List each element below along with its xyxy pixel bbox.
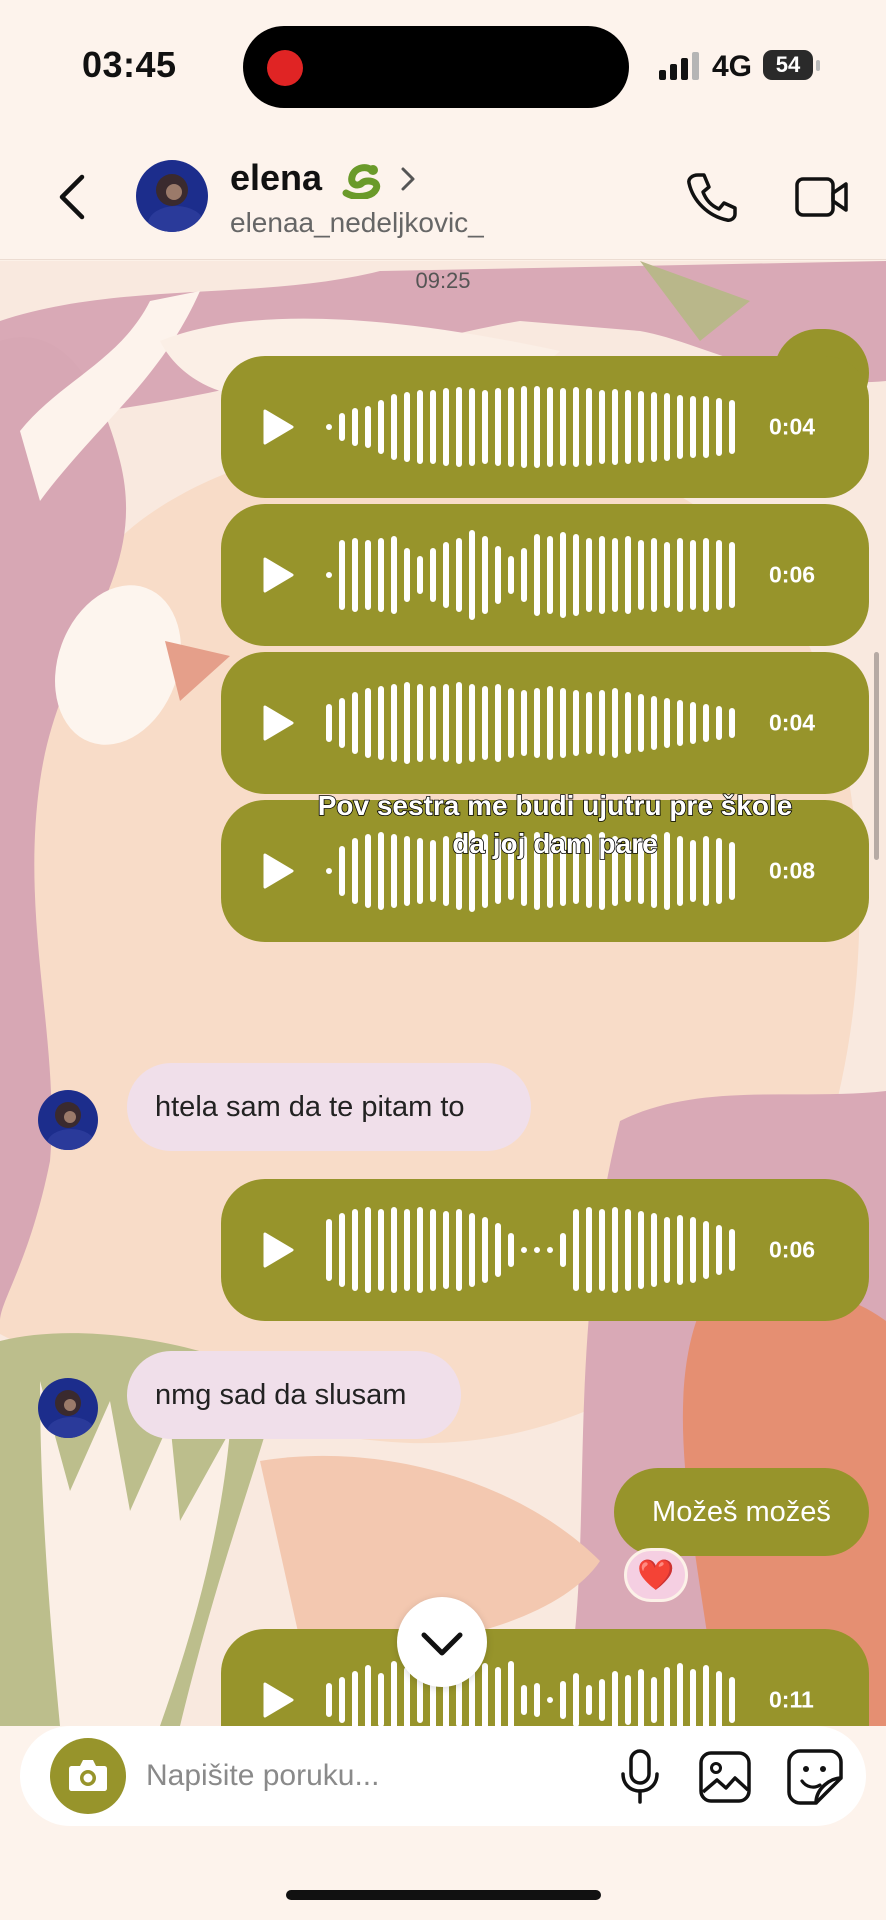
audio-waveform[interactable] xyxy=(325,529,739,621)
sender-avatar[interactable] xyxy=(38,1090,98,1150)
contact-avatar[interactable] xyxy=(136,160,208,232)
voice-record-button[interactable] xyxy=(616,1748,664,1806)
dynamic-island xyxy=(243,26,629,108)
gallery-button[interactable] xyxy=(698,1750,752,1804)
camera-button[interactable] xyxy=(50,1738,126,1814)
chat-header: elena elenaa_nedeljkovic_ xyxy=(0,135,886,260)
back-arrow-icon xyxy=(59,174,85,220)
play-icon[interactable] xyxy=(261,852,295,890)
play-icon[interactable] xyxy=(261,704,295,742)
play-icon[interactable] xyxy=(261,1681,295,1719)
phone-icon xyxy=(687,173,737,222)
audio-waveform[interactable] xyxy=(325,1654,739,1726)
message-timestamp: 09:25 xyxy=(415,268,471,293)
incoming-text-message[interactable]: htela sam da te pitam to xyxy=(127,1063,531,1151)
voice-duration: 0:04 xyxy=(769,709,816,736)
heart-emoji-icon: ❤️ xyxy=(637,1558,675,1592)
play-icon[interactable] xyxy=(261,556,295,594)
message-text: nmg sad da slusam xyxy=(155,1378,407,1411)
voice-message[interactable]: 0:06 xyxy=(221,1179,869,1321)
voice-duration: 0:11 xyxy=(769,1686,814,1713)
chevron-right-icon[interactable] xyxy=(397,164,419,194)
voice-duration: 0:06 xyxy=(769,561,816,588)
voice-call-button[interactable] xyxy=(684,169,738,225)
recording-indicator-icon xyxy=(267,50,303,86)
video-camera-icon xyxy=(795,177,848,217)
voice-message[interactable]: 0:04 xyxy=(221,652,869,794)
battery-cap xyxy=(816,60,820,71)
contact-username[interactable]: elenaa_nedeljkovic_ xyxy=(230,207,484,239)
battery-icon: 54 xyxy=(763,50,813,80)
voice-message[interactable]: 0:11 xyxy=(221,1629,869,1726)
composer-bar xyxy=(20,1726,866,1826)
signal-bars-icon xyxy=(659,52,701,80)
scroll-to-bottom-button[interactable] xyxy=(397,1597,487,1687)
audio-waveform[interactable] xyxy=(325,1204,739,1296)
chat-thread[interactable]: 09:25 se 0:04 0:06 0:04 0:08 htela sam d… xyxy=(0,261,886,1726)
sticker-button[interactable] xyxy=(786,1748,844,1806)
audio-waveform[interactable] xyxy=(325,381,739,473)
status-time: 03:45 xyxy=(82,44,177,85)
video-caption-overlay: Pov sestra me budi ujutru pre škole da j… xyxy=(317,789,793,860)
audio-waveform[interactable] xyxy=(325,677,739,769)
sender-avatar[interactable] xyxy=(38,1378,98,1438)
message-text: htela sam da te pitam to xyxy=(155,1090,465,1123)
status-bar: 03:45 4G 54 xyxy=(0,0,886,135)
back-button[interactable] xyxy=(48,165,96,229)
scrollbar[interactable] xyxy=(874,652,879,860)
voice-duration: 0:04 xyxy=(769,413,816,440)
message-text: Možeš možeš xyxy=(652,1495,831,1528)
voice-message[interactable]: 0:06 xyxy=(221,504,869,646)
battery-level: 54 xyxy=(775,52,801,77)
heart-reaction[interactable]: ❤️ xyxy=(624,1548,688,1602)
video-call-button[interactable] xyxy=(794,173,850,221)
microphone-icon xyxy=(621,1749,659,1804)
outgoing-text-message[interactable]: Možeš možeš xyxy=(614,1468,869,1556)
snake-emoji-icon xyxy=(342,164,381,199)
voice-duration: 0:06 xyxy=(769,1236,816,1263)
voice-message[interactable]: 0:04 xyxy=(221,356,869,498)
camera-icon xyxy=(69,1760,107,1791)
chevron-down-icon xyxy=(421,1632,463,1656)
message-composer xyxy=(0,1726,886,1920)
gallery-icon xyxy=(699,1751,751,1803)
sticker-icon xyxy=(787,1749,843,1805)
play-icon[interactable] xyxy=(261,1231,295,1269)
home-indicator[interactable] xyxy=(286,1890,601,1900)
contact-name[interactable]: elena xyxy=(230,157,322,199)
network-type: 4G xyxy=(712,50,753,83)
play-icon[interactable] xyxy=(261,408,295,446)
message-input[interactable] xyxy=(146,1752,486,1800)
incoming-text-message[interactable]: nmg sad da slusam xyxy=(127,1351,461,1439)
